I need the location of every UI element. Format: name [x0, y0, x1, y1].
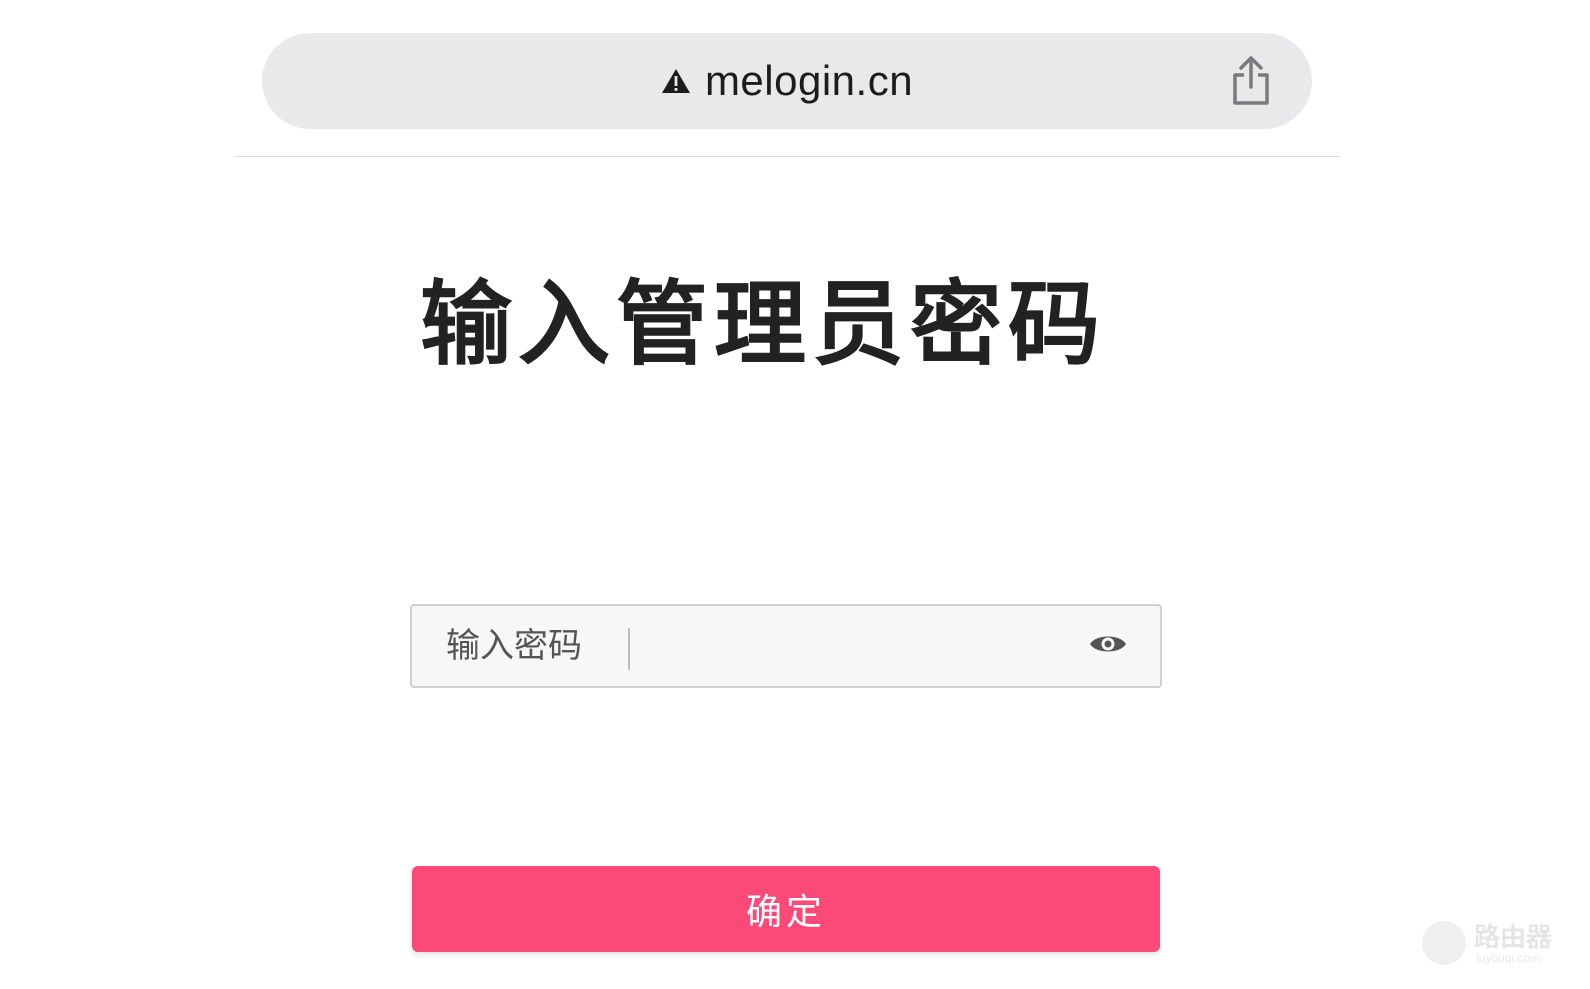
address-bar[interactable]: melogin.cn — [262, 33, 1312, 129]
show-password-toggle[interactable] — [1086, 626, 1130, 662]
password-field[interactable]: 输入密码 — [410, 604, 1162, 688]
header-divider — [234, 156, 1340, 157]
share-button[interactable] — [1226, 53, 1276, 109]
watermark: 路由器 luyouqi.com — [1422, 913, 1572, 977]
warning-triangle-icon — [661, 67, 691, 95]
url-text: melogin.cn — [704, 57, 914, 104]
eye-icon — [1090, 636, 1126, 652]
watermark-text: 路由器 — [1474, 923, 1553, 953]
watermark-subtext: luyouqi.com — [1476, 951, 1541, 965]
password-input[interactable] — [642, 616, 1066, 678]
password-label: 输入密码 — [446, 626, 582, 666]
share-icon — [1233, 56, 1269, 105]
page-title: 输入管理员密码 — [420, 271, 1107, 378]
confirm-button[interactable]: 确定 — [412, 866, 1160, 952]
input-separator — [628, 628, 630, 670]
url-display[interactable]: melogin.cn — [262, 33, 1312, 129]
watermark-logo-icon — [1422, 921, 1466, 965]
